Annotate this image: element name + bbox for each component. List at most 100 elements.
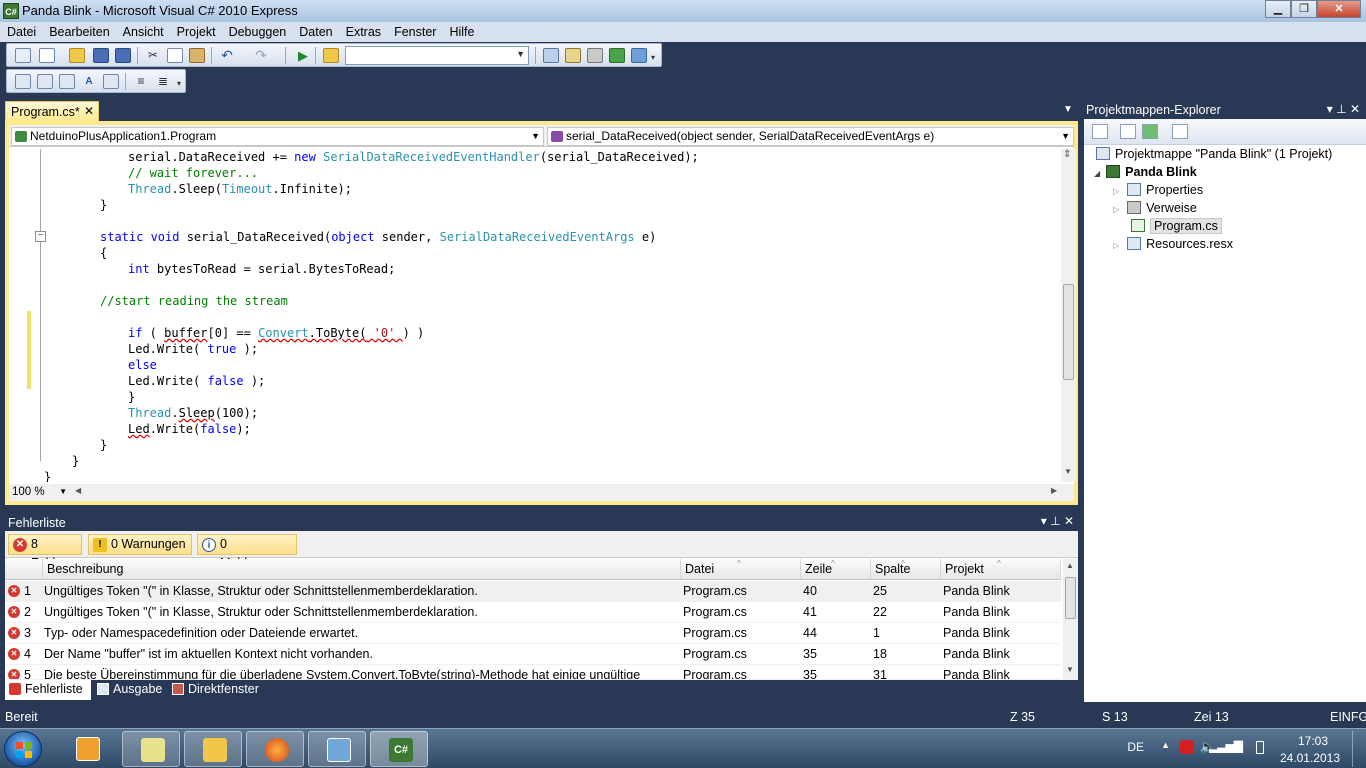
menu-ansicht[interactable]: Ansicht (116, 22, 170, 39)
scroll-thumb[interactable] (1065, 577, 1076, 619)
paste-icon[interactable] (189, 48, 205, 63)
column-header-file[interactable]: Datei ^ (681, 559, 801, 580)
save-icon[interactable] (93, 48, 109, 63)
cut-icon[interactable]: ✂ (145, 48, 161, 63)
parameter-info-icon[interactable] (37, 74, 53, 89)
tab-direktfenster[interactable]: Direktfenster (168, 680, 268, 700)
refresh-icon[interactable] (1142, 124, 1158, 139)
add-item-icon[interactable] (39, 48, 55, 63)
comment-lines-icon[interactable]: ≡ (133, 74, 149, 89)
menu-extras[interactable]: Extras (339, 22, 387, 39)
class-combo[interactable]: NetduinoPlusApplication1.Program ▼ (11, 127, 544, 146)
expanded-arrow-icon[interactable]: ◢ (1094, 169, 1100, 178)
clock-date[interactable]: 24.01.2013 (1280, 751, 1340, 765)
error-row[interactable]: ✕ 4 Der Name "buffer" ist im aktuellen K… (5, 644, 1061, 665)
start-page-icon[interactable] (609, 48, 625, 63)
tab-dropdown-icon[interactable]: ▼ (1063, 104, 1073, 115)
taskbar-visual-csharp[interactable]: C# (370, 731, 428, 767)
zoom-combo[interactable]: 100 % ▼ (9, 485, 69, 500)
uncomment-lines-icon[interactable]: ≣ (155, 74, 171, 89)
close-window-button[interactable]: ✕ (1317, 0, 1361, 18)
redo-icon[interactable]: ↷ (253, 48, 269, 63)
scroll-thumb[interactable] (1063, 284, 1074, 380)
object-members-icon[interactable] (15, 74, 31, 89)
menu-debuggen[interactable]: Debuggen (222, 22, 293, 39)
show-desktop-button[interactable] (1352, 731, 1366, 767)
close-tab-icon[interactable]: ✕ (84, 104, 94, 118)
split-handle-icon[interactable]: ⇕ (1063, 149, 1071, 160)
column-header-icon[interactable] (5, 559, 43, 580)
properties-window-icon[interactable] (565, 48, 581, 63)
show-all-files-icon[interactable] (1092, 124, 1108, 139)
find-in-files-icon[interactable] (323, 48, 339, 63)
error-row[interactable]: ✕ 5 Die beste Übereinstimmung für die üb… (5, 665, 1061, 680)
clock-time[interactable]: 17:03 (1298, 734, 1328, 748)
scroll-left-icon[interactable]: ◀ (75, 486, 81, 495)
tab-program-cs[interactable]: Program.cs* ✕ (5, 101, 99, 121)
tree-solution[interactable]: Projektmappe "Panda Blink" (1 Projekt) (1096, 147, 1332, 161)
taskbar-media-player[interactable] (58, 731, 116, 767)
collapsed-arrow-icon[interactable]: ▷ (1113, 205, 1119, 214)
menu-datei[interactable]: Datei (0, 22, 42, 39)
tree-item-program-cs[interactable]: Program.cs (1131, 218, 1222, 234)
taskbar-firefox[interactable] (246, 731, 304, 767)
menu-daten[interactable]: Daten (292, 22, 338, 39)
panel-controls[interactable]: ▾ ⊥ ✕ (1041, 514, 1074, 528)
column-header-project[interactable]: Projekt ^ (941, 559, 1061, 580)
column-header-column[interactable]: Spalte ^ (871, 559, 941, 580)
column-header-line[interactable]: Zeile ^ (801, 559, 871, 580)
signal-icon[interactable]: ▂▃▅▇ (1209, 739, 1243, 753)
error-list-scrollbar[interactable]: ▲ ▼ (1063, 559, 1078, 680)
errors-filter-button[interactable]: ✕8 Fehler (8, 534, 82, 570)
menu-bearbeiten[interactable]: Bearbeiten (42, 22, 115, 39)
scroll-down-icon[interactable]: ▼ (1064, 467, 1072, 476)
taskbar-explorer[interactable] (184, 731, 242, 767)
collapsed-arrow-icon[interactable]: ▷ (1113, 187, 1119, 196)
solution-explorer-icon[interactable] (543, 48, 559, 63)
panel-controls[interactable]: ▾ ⊥ ✕ (1327, 102, 1360, 116)
menu-projekt[interactable]: Projekt (170, 22, 222, 39)
language-indicator[interactable]: DE (1127, 740, 1144, 754)
editor-vertical-scrollbar[interactable]: ⇕ ▼ (1061, 149, 1076, 482)
error-row[interactable]: ✕ 3 Typ- oder Namespacedefinition oder D… (5, 623, 1061, 644)
copy-icon[interactable] (167, 48, 183, 63)
find-combo[interactable]: ▼ (345, 46, 529, 65)
menu-fenster[interactable]: Fenster (387, 22, 442, 39)
indent-icon[interactable] (103, 74, 119, 89)
tree-item-resources[interactable]: ▷ Resources.resx (1113, 237, 1233, 251)
warnings-filter-button[interactable]: ! 0 Warnungen (88, 534, 192, 555)
antivirus-icon[interactable] (1180, 740, 1194, 754)
toolbox-icon[interactable] (587, 48, 603, 63)
collapsed-arrow-icon[interactable]: ▷ (1113, 241, 1119, 250)
scroll-right-icon[interactable]: ▶ (1051, 486, 1057, 495)
properties-icon[interactable] (1120, 124, 1136, 139)
start-debugging-icon[interactable]: ▶ (295, 48, 311, 63)
tree-item-references[interactable]: ▷ Verweise (1113, 201, 1197, 215)
view-code-icon[interactable] (1172, 124, 1188, 139)
tree-project[interactable]: ◢ Panda Blink (1094, 165, 1197, 179)
maximize-button[interactable]: ❐ (1291, 0, 1317, 18)
error-row[interactable]: ✕ 1 Ungültiges Token "(" in Klasse, Stru… (5, 581, 1061, 602)
battery-icon[interactable] (1256, 741, 1264, 754)
toolbar-overflow-icon[interactable]: ▾ (651, 53, 659, 68)
code-text[interactable]: serial.DataReceived += new SerialDataRec… (9, 149, 1057, 482)
code-editor[interactable]: NetduinoPlusApplication1.Program ▼ seria… (5, 121, 1078, 505)
messages-filter-button[interactable]: i0 Meldungen (197, 534, 297, 570)
tab-ausgabe[interactable]: Ausgabe (93, 680, 165, 700)
menu-hilfe[interactable]: Hilfe (442, 22, 480, 39)
save-all-icon[interactable] (115, 48, 131, 63)
extension-manager-icon[interactable] (631, 48, 647, 63)
taskbar-photo-viewer[interactable] (308, 731, 366, 767)
scroll-down-icon[interactable]: ▼ (1066, 665, 1074, 674)
open-folder-icon[interactable] (69, 48, 85, 63)
undo-icon[interactable]: ↶ (219, 48, 235, 63)
scroll-up-icon[interactable]: ▲ (1066, 561, 1074, 570)
quick-info-icon[interactable] (59, 74, 75, 89)
error-row[interactable]: ✕ 2 Ungültiges Token "(" in Klasse, Stru… (5, 602, 1061, 623)
toolbar-overflow-icon[interactable]: ▾ (177, 79, 185, 94)
new-project-icon[interactable] (15, 48, 31, 63)
tray-expand-icon[interactable]: ▲ (1161, 740, 1170, 750)
column-header-description[interactable]: Beschreibung (43, 559, 681, 580)
complete-word-icon[interactable]: A (81, 74, 97, 89)
tree-item-properties[interactable]: ▷ Properties (1113, 183, 1203, 197)
